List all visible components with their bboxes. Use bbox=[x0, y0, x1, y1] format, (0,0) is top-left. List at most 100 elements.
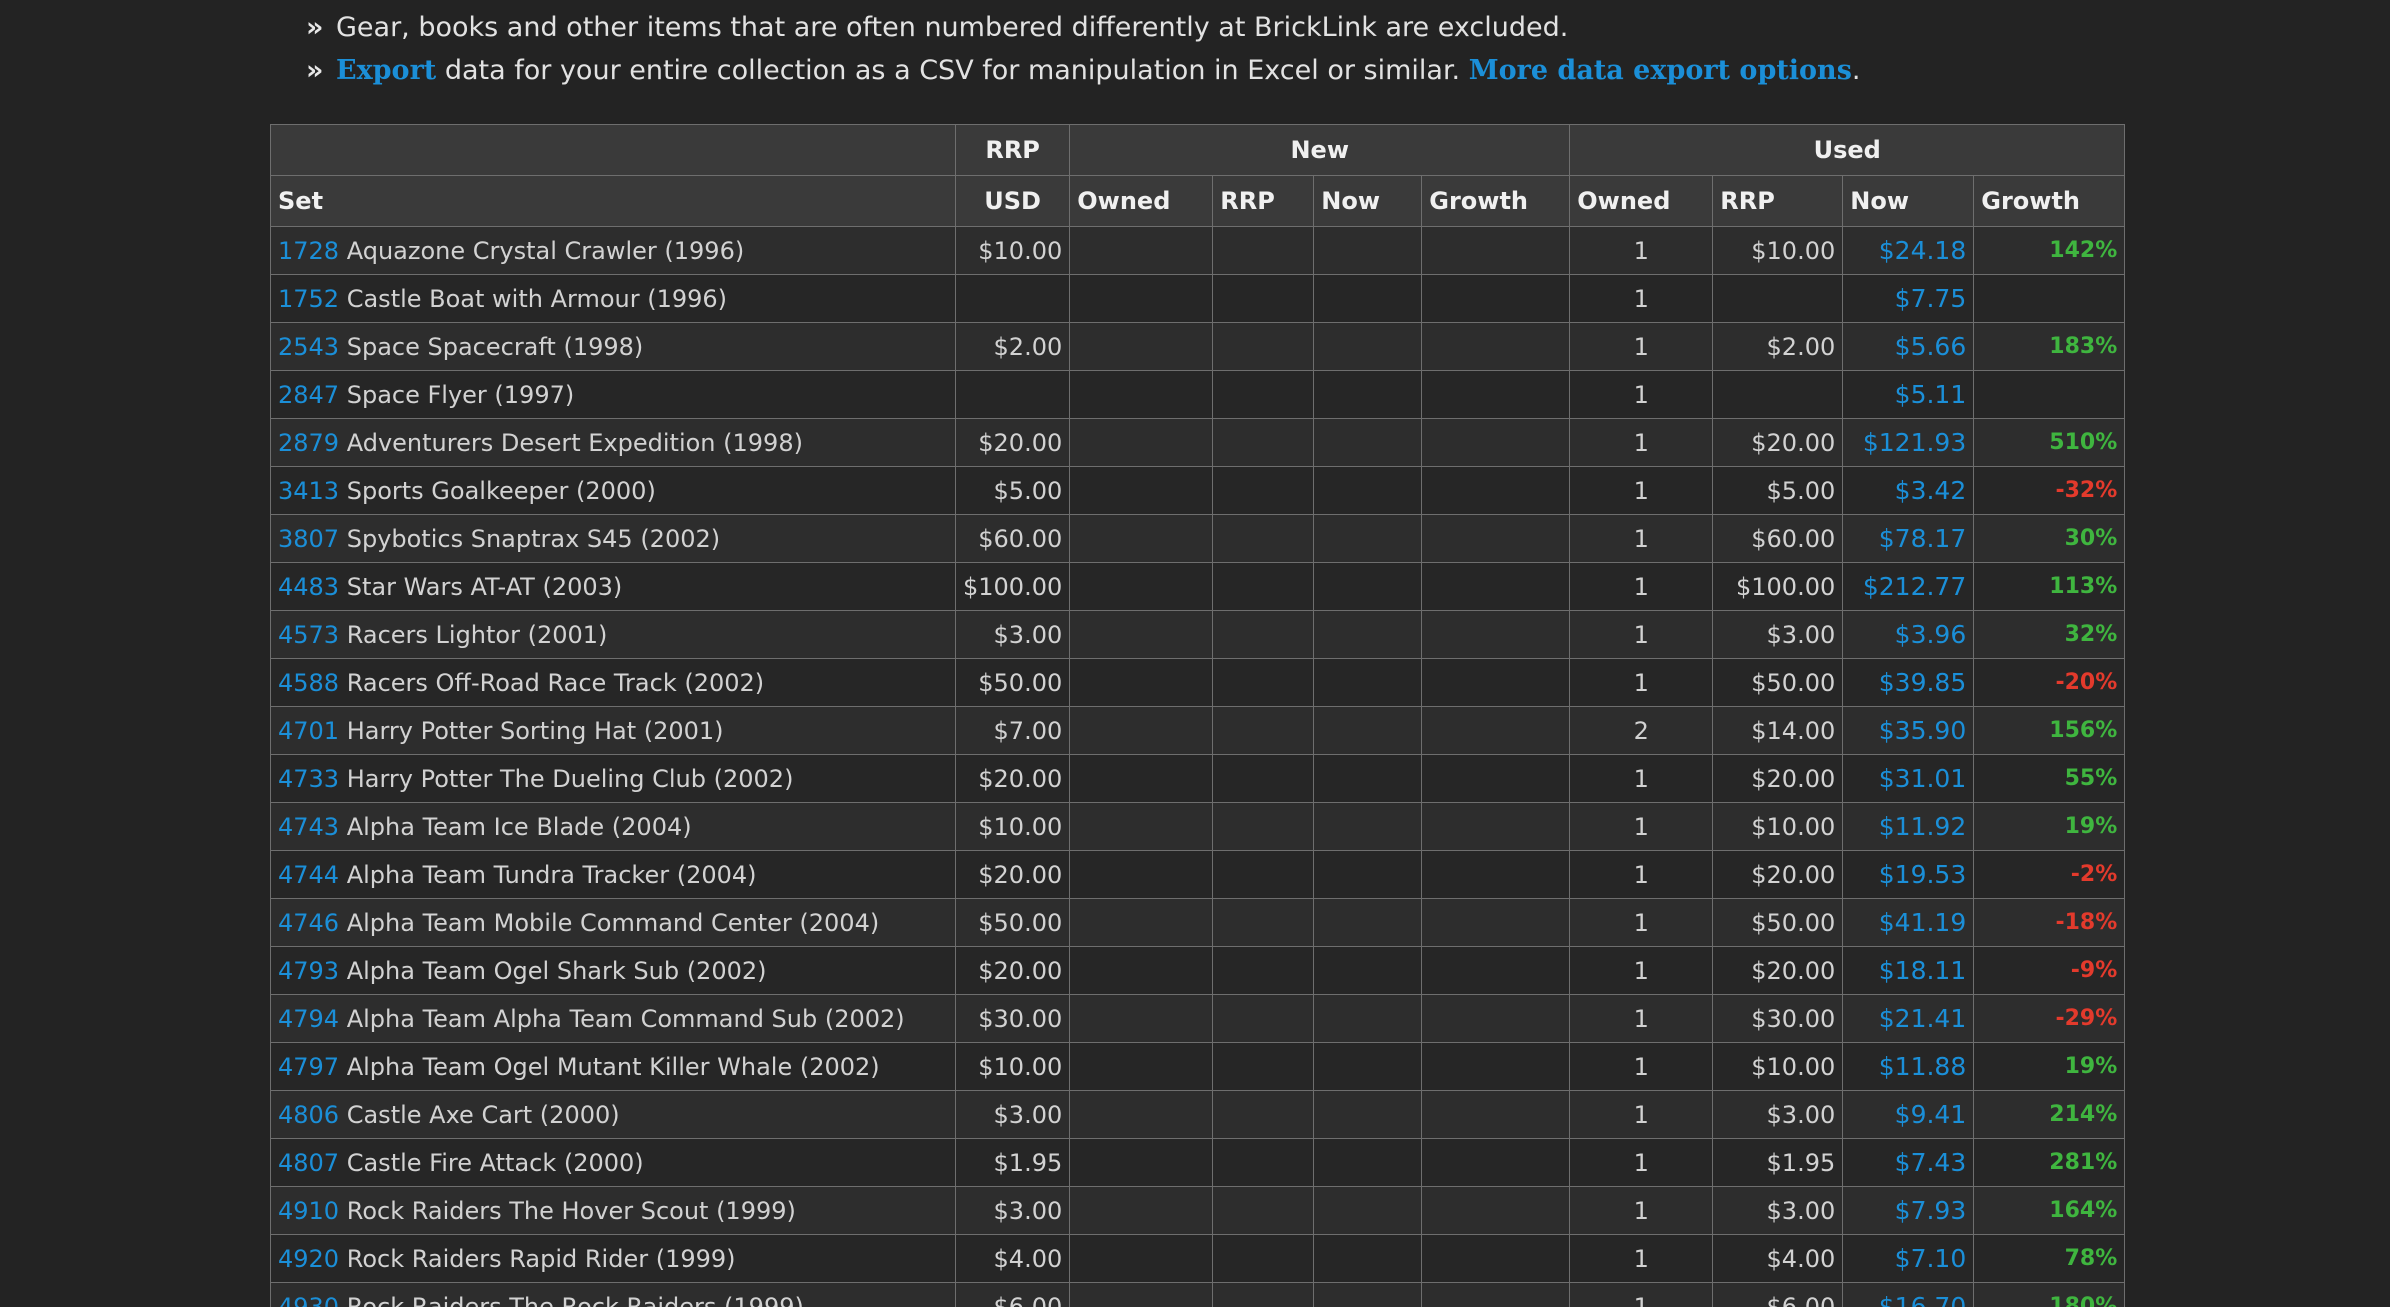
set-number-link[interactable]: 4794 bbox=[278, 1005, 339, 1033]
used-now-link[interactable]: $5.66 bbox=[1842, 322, 1975, 371]
set-number-link[interactable]: 4746 bbox=[278, 909, 339, 937]
set-number-link[interactable]: 2879 bbox=[278, 429, 339, 457]
new-owned bbox=[1069, 274, 1214, 323]
set-name: Castle Fire Attack (2000) bbox=[346, 1148, 644, 1177]
used-owned: 1 bbox=[1569, 898, 1714, 947]
export-link[interactable]: Export bbox=[336, 55, 436, 86]
used-now-link[interactable]: $3.96 bbox=[1842, 610, 1975, 659]
header-set: Set bbox=[270, 175, 956, 227]
table-row: 3807 Spybotics Snaptrax S45 (2002) $60.00… bbox=[270, 514, 2126, 563]
table-row: 4743 Alpha Team Ice Blade (2004) $10.00 1 $… bbox=[270, 802, 2126, 851]
used-growth: 78% bbox=[1973, 1234, 2126, 1283]
used-now-link[interactable]: $78.17 bbox=[1842, 514, 1975, 563]
used-now-link[interactable]: $7.75 bbox=[1842, 274, 1975, 323]
set-number-link[interactable]: 4930 bbox=[278, 1293, 339, 1307]
used-now-link[interactable]: $21.41 bbox=[1842, 994, 1975, 1043]
new-growth bbox=[1421, 466, 1571, 515]
header-new-now: Now bbox=[1313, 175, 1423, 227]
used-now-link[interactable]: $31.01 bbox=[1842, 754, 1975, 803]
used-rrp bbox=[1712, 274, 1844, 323]
new-rrp bbox=[1212, 1186, 1315, 1235]
table-row: 4807 Castle Fire Attack (2000) $1.95 1 $1.9… bbox=[270, 1138, 2126, 1187]
new-rrp bbox=[1212, 754, 1315, 803]
rrp-usd: $6.00 bbox=[954, 1282, 1071, 1307]
used-now-link[interactable]: $24.18 bbox=[1842, 226, 1975, 275]
set-number-link[interactable]: 4797 bbox=[278, 1053, 339, 1081]
set-number-link[interactable]: 4573 bbox=[278, 621, 339, 649]
used-now-link[interactable]: $41.19 bbox=[1842, 898, 1975, 947]
rrp-usd: $10.00 bbox=[954, 1042, 1071, 1091]
used-now-link[interactable]: $7.93 bbox=[1842, 1186, 1975, 1235]
page: » Gear, books and other items that are of… bbox=[0, 0, 2390, 1307]
set-number-link[interactable]: 2543 bbox=[278, 333, 339, 361]
set-number-link[interactable]: 3413 bbox=[278, 477, 339, 505]
table-row: 4588 Racers Off-Road Race Track (2002) $5… bbox=[270, 658, 2126, 707]
set-name: Rock Raiders Rapid Rider (1999) bbox=[346, 1244, 736, 1273]
used-now-link[interactable]: $39.85 bbox=[1842, 658, 1975, 707]
used-now-link[interactable]: $9.41 bbox=[1842, 1090, 1975, 1139]
set-number-link[interactable]: 2847 bbox=[278, 381, 339, 409]
set-cell: 4588 Racers Off-Road Race Track (2002) bbox=[270, 658, 956, 707]
set-number-link[interactable]: 4743 bbox=[278, 813, 339, 841]
table-row: 4797 Alpha Team Ogel Mutant Killer Whale… bbox=[270, 1042, 2126, 1091]
set-number-link[interactable]: 4733 bbox=[278, 765, 339, 793]
used-growth: 32% bbox=[1973, 610, 2126, 659]
used-owned: 1 bbox=[1569, 1042, 1714, 1091]
used-growth: 281% bbox=[1973, 1138, 2126, 1187]
used-rrp bbox=[1712, 370, 1844, 419]
more-export-options-link[interactable]: More data export options bbox=[1469, 55, 1852, 86]
used-now-link[interactable]: $5.11 bbox=[1842, 370, 1975, 419]
used-rrp: $3.00 bbox=[1712, 1186, 1844, 1235]
used-now-link[interactable]: $11.92 bbox=[1842, 802, 1975, 851]
used-now-link[interactable]: $7.10 bbox=[1842, 1234, 1975, 1283]
set-number-link[interactable]: 4920 bbox=[278, 1245, 339, 1273]
set-number-link[interactable]: 1728 bbox=[278, 237, 339, 265]
used-rrp: $3.00 bbox=[1712, 1090, 1844, 1139]
used-now-link[interactable]: $11.88 bbox=[1842, 1042, 1975, 1091]
set-number-link[interactable]: 4910 bbox=[278, 1197, 339, 1225]
set-cell: 1728 Aquazone Crystal Crawler (1996) bbox=[270, 226, 956, 275]
set-number-link[interactable]: 4483 bbox=[278, 573, 339, 601]
table-row: 4794 Alpha Team Alpha Team Command Sub (… bbox=[270, 994, 2126, 1043]
used-now-link[interactable]: $35.90 bbox=[1842, 706, 1975, 755]
set-number-link[interactable]: 4793 bbox=[278, 957, 339, 985]
used-growth bbox=[1973, 370, 2126, 419]
used-now-link[interactable]: $3.42 bbox=[1842, 466, 1975, 515]
used-now-link[interactable]: $7.43 bbox=[1842, 1138, 1975, 1187]
used-now-link[interactable]: $16.70 bbox=[1842, 1282, 1975, 1307]
used-owned: 1 bbox=[1569, 322, 1714, 371]
used-now-link[interactable]: $121.93 bbox=[1842, 418, 1975, 467]
new-now bbox=[1313, 466, 1423, 515]
new-growth bbox=[1421, 754, 1571, 803]
used-growth: -32% bbox=[1973, 466, 2126, 515]
set-name: Sports Goalkeeper (2000) bbox=[346, 476, 656, 505]
used-now-link[interactable]: $18.11 bbox=[1842, 946, 1975, 995]
used-now-link[interactable]: $19.53 bbox=[1842, 850, 1975, 899]
set-number-link[interactable]: 4807 bbox=[278, 1149, 339, 1177]
set-number-link[interactable]: 1752 bbox=[278, 285, 339, 313]
set-number-link[interactable]: 3807 bbox=[278, 525, 339, 553]
set-number-link[interactable]: 4806 bbox=[278, 1101, 339, 1129]
new-growth bbox=[1421, 1138, 1571, 1187]
new-now bbox=[1313, 226, 1423, 275]
used-owned: 1 bbox=[1569, 1186, 1714, 1235]
set-name: Alpha Team Tundra Tracker (2004) bbox=[346, 860, 757, 889]
used-growth: 510% bbox=[1973, 418, 2126, 467]
new-rrp bbox=[1212, 466, 1315, 515]
new-rrp bbox=[1212, 898, 1315, 947]
new-growth bbox=[1421, 1282, 1571, 1307]
new-growth bbox=[1421, 1234, 1571, 1283]
new-rrp bbox=[1212, 370, 1315, 419]
used-rrp: $2.00 bbox=[1712, 322, 1844, 371]
used-owned: 1 bbox=[1569, 466, 1714, 515]
set-number-link[interactable]: 4744 bbox=[278, 861, 339, 889]
set-number-link[interactable]: 4588 bbox=[278, 669, 339, 697]
used-growth: -2% bbox=[1973, 850, 2126, 899]
new-rrp bbox=[1212, 1138, 1315, 1187]
used-owned: 1 bbox=[1569, 514, 1714, 563]
set-cell: 4483 Star Wars AT-AT (2003) bbox=[270, 562, 956, 611]
set-number-link[interactable]: 4701 bbox=[278, 717, 339, 745]
used-now-link[interactable]: $212.77 bbox=[1842, 562, 1975, 611]
table-row: 4746 Alpha Team Mobile Command Center (2… bbox=[270, 898, 2126, 947]
new-now bbox=[1313, 754, 1423, 803]
